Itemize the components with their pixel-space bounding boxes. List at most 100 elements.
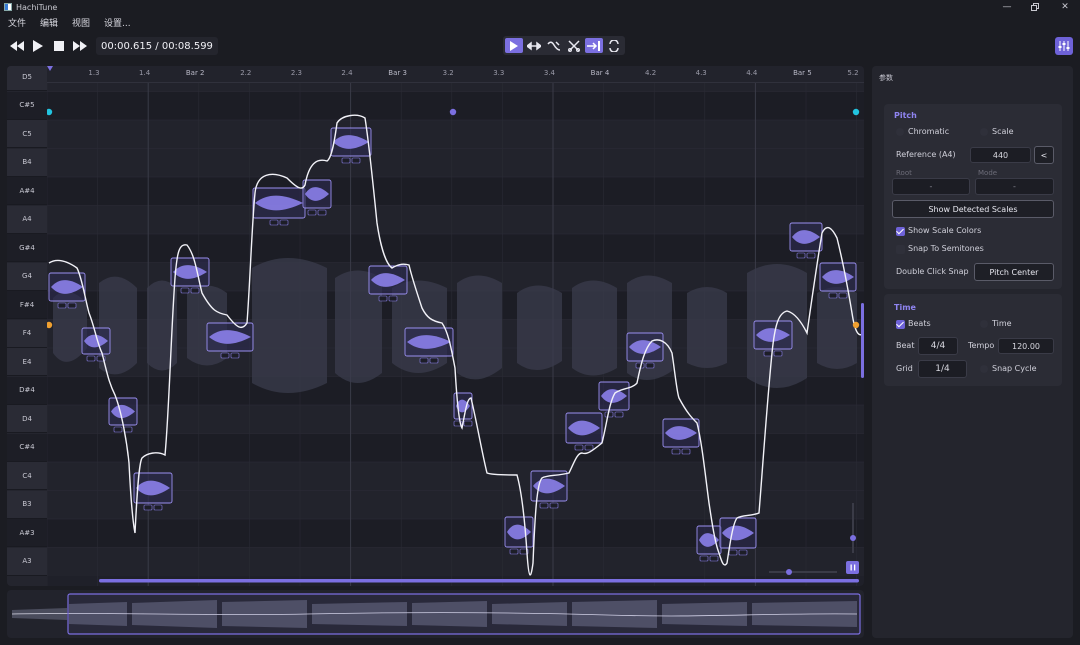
note-handle-left[interactable] [828, 292, 838, 299]
note-handle-right[interactable] [806, 252, 816, 259]
scale-radio[interactable] [980, 128, 988, 136]
note-handle-right[interactable] [681, 448, 691, 455]
piano-key-fsharp4[interactable]: F#4 [7, 291, 47, 319]
note-handle-left[interactable] [419, 357, 429, 364]
orange-anchor-right[interactable] [852, 321, 860, 329]
note-handle-left[interactable] [728, 549, 738, 556]
show-scale-colors-checkbox[interactable] [896, 227, 905, 236]
menu-view[interactable]: 视图 [72, 16, 90, 29]
restore-icon[interactable] [1020, 0, 1050, 14]
note-handle-left[interactable] [763, 350, 773, 357]
note-handle-right[interactable] [463, 420, 473, 427]
horizontal-zoom-handle[interactable] [786, 569, 792, 575]
beats-checkbox[interactable] [896, 320, 905, 329]
snap-cycle-radio[interactable] [980, 365, 988, 373]
note-handle-right[interactable] [709, 555, 719, 562]
note-handle-left[interactable] [699, 555, 709, 562]
note-handle-right[interactable] [388, 295, 398, 302]
show-detected-scales-button[interactable]: Show Detected Scales [892, 200, 1054, 218]
overview-viewport[interactable] [67, 593, 861, 635]
pause-button[interactable] [846, 561, 859, 574]
note-handle-right[interactable] [190, 287, 200, 294]
note-handle-right[interactable] [614, 411, 624, 418]
time-radio[interactable] [980, 320, 988, 328]
note-handle-right[interactable] [645, 362, 655, 369]
note-handle-left[interactable] [57, 302, 67, 309]
follow-playhead-button[interactable] [585, 38, 603, 53]
note-handle-right[interactable] [838, 292, 848, 299]
horizontal-zoom-track[interactable] [769, 571, 837, 573]
note-handle-left[interactable] [307, 209, 317, 216]
piano-key-dsharp4[interactable]: D#4 [7, 376, 47, 405]
menu-edit[interactable]: 编辑 [40, 16, 58, 29]
reference-input[interactable]: 440 [970, 147, 1031, 163]
note-handle-right[interactable] [549, 502, 559, 509]
note-handle-left[interactable] [220, 352, 230, 359]
double-click-snap-select[interactable]: Pitch Center [974, 263, 1054, 281]
note-handle-left[interactable] [86, 355, 96, 362]
note-handle-right[interactable] [230, 352, 240, 359]
rewind-button[interactable] [8, 37, 26, 55]
piano-key-a4[interactable]: A4 [7, 205, 47, 234]
piano-key-c5[interactable]: C5 [7, 120, 47, 148]
cyan-anchor-right[interactable] [852, 108, 860, 116]
note-handle-left[interactable] [796, 252, 806, 259]
piano-key-asharp4[interactable]: A#4 [7, 177, 47, 205]
mixer-panel-button[interactable] [1055, 37, 1073, 55]
piano-key-a3[interactable]: A3 [7, 547, 47, 576]
piano-key-b3[interactable]: B3 [7, 490, 47, 519]
note-handle-right[interactable] [738, 549, 748, 556]
note-grid[interactable] [47, 83, 864, 586]
note-handle-right[interactable] [773, 350, 783, 357]
reference-reset-button[interactable]: < [1034, 146, 1054, 164]
note-handle-right[interactable] [153, 504, 163, 511]
mode-select[interactable]: - [975, 178, 1054, 195]
note-handle-left[interactable] [143, 504, 153, 511]
note-handle-left[interactable] [378, 295, 388, 302]
note-handle-left[interactable] [113, 426, 123, 433]
piano-key-gsharp4[interactable]: G#4 [7, 234, 47, 262]
select-tool-button[interactable] [505, 38, 523, 53]
vertical-zoom-track[interactable] [852, 503, 854, 553]
overview-waveform[interactable] [7, 590, 864, 638]
note-handle-left[interactable] [269, 219, 279, 226]
stretch-tool-button[interactable] [525, 38, 543, 53]
fast-forward-button[interactable] [71, 37, 89, 55]
beat-input[interactable]: 4/4 [918, 337, 958, 355]
piano-key-g4[interactable]: G4 [7, 262, 47, 291]
note-handle-right[interactable] [351, 157, 361, 164]
piano-key-d5[interactable]: D5 [7, 66, 47, 91]
piano-key-csharp4[interactable]: C#4 [7, 433, 47, 462]
piano-key-c4[interactable]: C4 [7, 462, 47, 490]
tempo-input[interactable]: 120.00 [998, 338, 1054, 354]
note-handle-right[interactable] [67, 302, 77, 309]
split-tool-button[interactable] [565, 38, 583, 53]
piano-key-asharp3[interactable]: A#3 [7, 519, 47, 547]
stop-button[interactable] [50, 37, 68, 55]
piano-key-csharp5[interactable]: C#5 [7, 91, 47, 120]
piano-key-e4[interactable]: E4 [7, 348, 47, 376]
note-handle-left[interactable] [509, 548, 519, 555]
menu-settings[interactable]: 设置... [104, 16, 131, 29]
note-handle-right[interactable] [584, 444, 594, 451]
note-handle-left[interactable] [671, 448, 681, 455]
note-handle-right[interactable] [429, 357, 439, 364]
vertical-zoom-handle[interactable] [850, 535, 856, 541]
loop-tool-button[interactable] [605, 38, 623, 53]
purple-marker[interactable] [449, 108, 457, 116]
note-handle-right[interactable] [317, 209, 327, 216]
grid-input[interactable]: 1/4 [918, 360, 967, 378]
note-handle-left[interactable] [341, 157, 351, 164]
snap-semitones-checkbox[interactable] [896, 245, 905, 254]
note-handle-left[interactable] [539, 502, 549, 509]
piano-key-b4[interactable]: B4 [7, 148, 47, 177]
play-button[interactable] [29, 37, 47, 55]
vertical-scrollbar[interactable] [861, 303, 864, 378]
timeline-ruler[interactable]: 1.3 1.4 Bar 2 2.2 2.3 2.4 Bar 3 3.2 3.3 3.4 Bar 4 4… [47, 66, 864, 83]
horizontal-scrollbar[interactable] [99, 579, 859, 583]
draw-tool-button[interactable] [545, 38, 563, 53]
piano-key-d4[interactable]: D4 [7, 405, 47, 433]
piano-key-f4[interactable]: F4 [7, 319, 47, 348]
minimize-icon[interactable]: — [992, 0, 1022, 14]
note-handle-left[interactable] [574, 444, 584, 451]
